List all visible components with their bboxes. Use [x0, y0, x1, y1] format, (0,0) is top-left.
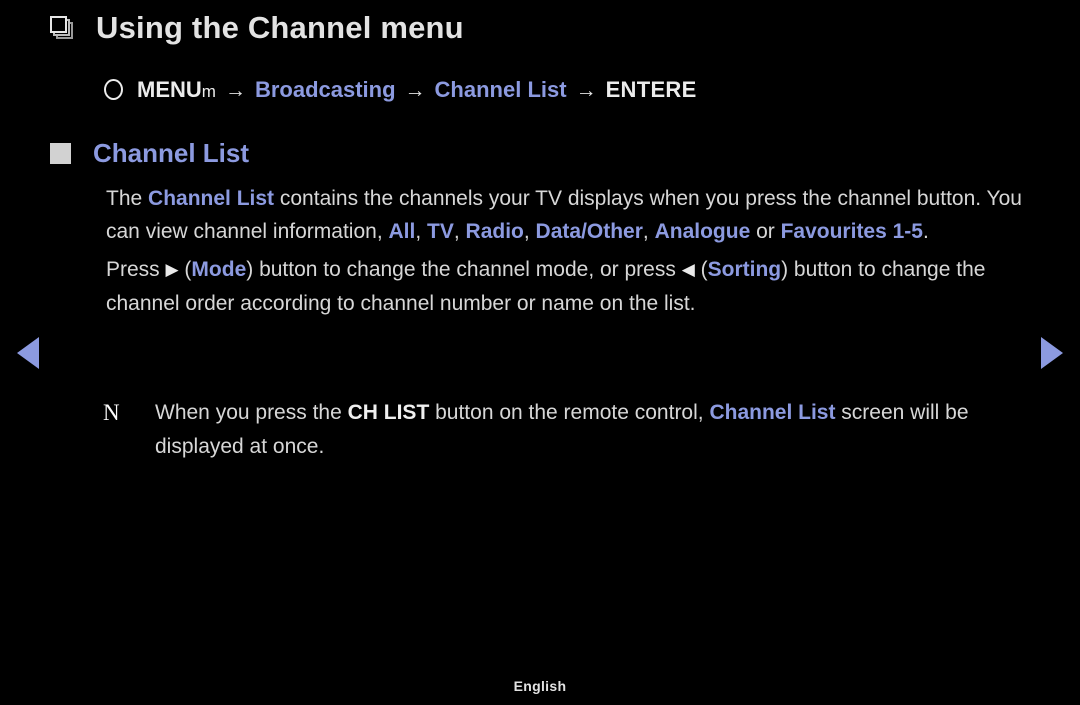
path-step-channel-list: Channel List: [434, 77, 567, 102]
keyword-favourites: Favourites 1-5: [780, 220, 923, 243]
keyword-analogue: Analogue: [654, 220, 751, 243]
left-triangle-arrow-icon[interactable]: [17, 337, 39, 369]
p1-t6: ,: [642, 220, 655, 243]
menu-suffix: m: [201, 82, 216, 101]
p2-t1: Press: [106, 258, 166, 281]
page-title: Using the Channel menu: [96, 10, 464, 45]
path-arrow-1: →: [224, 79, 246, 102]
p1-t1: The: [106, 187, 149, 210]
path-arrow-3: →: [575, 79, 597, 102]
section-heading: Channel List: [93, 138, 250, 168]
p1-t8: .: [922, 220, 929, 243]
p2-t2: (: [178, 258, 192, 281]
keyword-channel-list-note: Channel List: [709, 401, 836, 424]
p1-t3: ,: [415, 220, 428, 243]
help-page: Using the Channel menu MENU m → Broadcast…: [0, 0, 1080, 705]
paragraph-2: Press ▶ (Mode) button to change the chan…: [106, 253, 1030, 320]
left-triangle-icon: ◀: [681, 260, 695, 279]
paragraph-1: The Channel List contains the channels y…: [106, 182, 1030, 248]
remote-circle-button-icon: [104, 79, 123, 100]
body-copy: The Channel List contains the channels y…: [106, 182, 1030, 322]
filled-square-icon: [50, 142, 71, 164]
page-title-row: Using the Channel menu: [50, 12, 464, 43]
section-heading-row: Channel List: [50, 140, 249, 166]
right-triangle-icon: ▶: [165, 260, 179, 279]
stacked-square-outline-icon: [50, 15, 76, 40]
path-step-broadcasting: Broadcasting: [254, 77, 396, 102]
path-arrow-2: →: [404, 79, 426, 102]
note-block: N When you press the CH LIST button on t…: [103, 396, 1033, 464]
footer-language: English: [513, 678, 567, 694]
p2-t4: (: [694, 258, 708, 281]
path-step-enter: ENTERE: [605, 77, 697, 102]
menu-path-breadcrumb: MENU m → Broadcasting → Channel List → EN…: [104, 76, 697, 103]
p2-t3: ) button to change the channel mode, or …: [246, 258, 682, 281]
note-n-icon: N: [103, 400, 120, 425]
keyword-ch-list: CH LIST: [347, 401, 430, 424]
keyword-radio: Radio: [465, 220, 524, 243]
p1-t4: ,: [453, 220, 466, 243]
menu-label: MENU: [137, 77, 202, 102]
p1-t7: or: [750, 220, 781, 243]
keyword-mode: Mode: [191, 258, 247, 281]
keyword-sorting: Sorting: [707, 258, 782, 281]
right-triangle-arrow-icon[interactable]: [1041, 337, 1063, 369]
keyword-all: All: [388, 220, 416, 243]
note-t2: button on the remote control,: [429, 401, 710, 424]
keyword-tv: TV: [427, 220, 454, 243]
keyword-channel-list: Channel List: [148, 187, 275, 210]
note-text: When you press the CH LIST button on the…: [155, 396, 1033, 464]
note-t1: When you press the: [155, 401, 348, 424]
p1-t5: ,: [523, 220, 536, 243]
keyword-data-other: Data/Other: [535, 220, 643, 243]
